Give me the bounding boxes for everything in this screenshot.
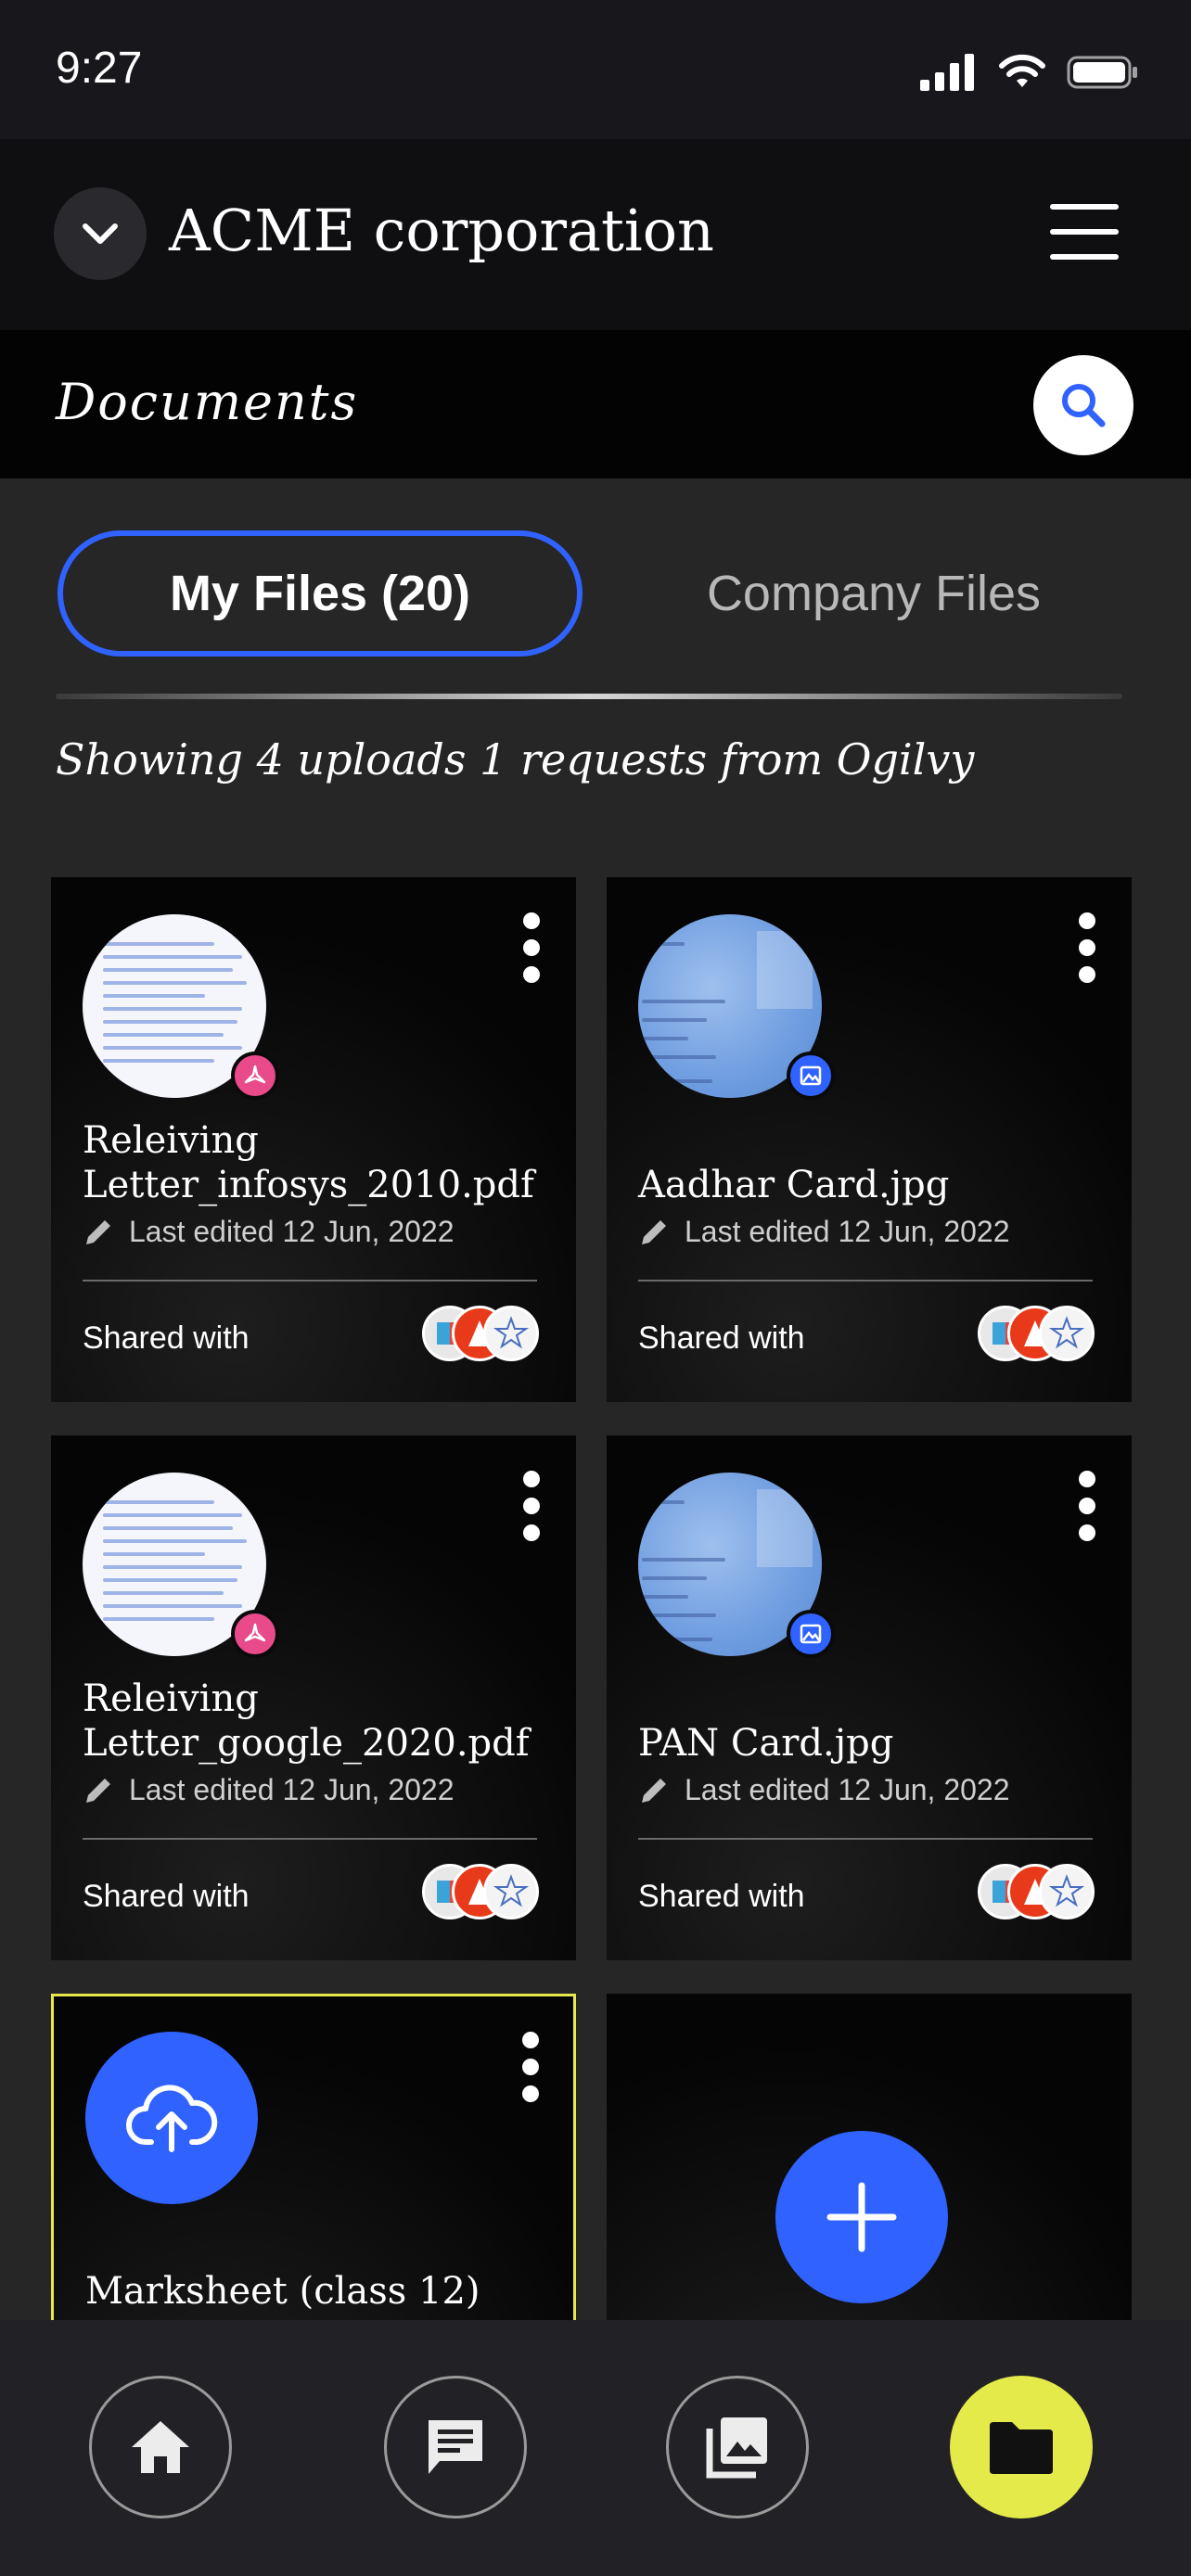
last-edited-text: Last edited 12 Jun, 2022 <box>129 1773 455 1806</box>
edit-info: Last edited 12 Jun, 2022 <box>83 1773 455 1807</box>
tab-company-files[interactable]: Company Files <box>614 530 1133 657</box>
upload-button[interactable] <box>85 2032 258 2204</box>
pencil-icon <box>86 1778 110 1803</box>
more-options-icon[interactable] <box>512 2032 549 2102</box>
pencil-icon <box>642 1778 666 1803</box>
status-time: 9:27 <box>56 44 143 93</box>
last-edited-text: Last edited 12 Jun, 2022 <box>685 1773 1010 1806</box>
shared-with-label: Shared with <box>83 1320 250 1356</box>
last-edited-text: Last edited 12 Jun, 2022 <box>685 1215 1010 1248</box>
file-name: Aadhar Card.jpg <box>638 1164 950 1206</box>
nav-home[interactable] <box>89 2376 232 2519</box>
shared-avatars[interactable] <box>978 1306 1098 1365</box>
file-name: Releiving Letter_infosys_2010.pdf <box>83 1119 534 1206</box>
tab-divider <box>56 694 1122 699</box>
shared-with-label: Shared with <box>638 1320 805 1356</box>
battery-icon <box>1067 56 1137 89</box>
card-divider <box>638 1838 1093 1840</box>
org-switcher-button[interactable] <box>54 187 147 280</box>
file-card[interactable]: PAN Card.jpg Last edited 12 Jun, 2022 Sh… <box>607 1435 1132 1960</box>
file-card[interactable]: Aadhar Card.jpg Last edited 12 Jun, 2022… <box>607 877 1132 1402</box>
pdf-icon <box>231 1052 279 1100</box>
folder-icon <box>990 2422 1053 2474</box>
menu-icon[interactable] <box>1050 204 1119 260</box>
search-button[interactable] <box>1033 355 1133 455</box>
file-name: Releiving Letter_google_2020.pdf <box>83 1677 530 1765</box>
search-icon <box>1062 384 1106 427</box>
shared-avatars[interactable] <box>422 1306 543 1365</box>
wifi-icon <box>999 54 1045 87</box>
avatar <box>1039 1306 1095 1361</box>
bottom-navigation <box>0 2320 1191 2576</box>
image-icon <box>787 1610 835 1658</box>
last-edited-text: Last edited 12 Jun, 2022 <box>129 1215 455 1248</box>
avatar <box>1039 1864 1095 1919</box>
more-options-icon[interactable] <box>513 912 550 983</box>
file-name: PAN Card.jpg <box>638 1722 894 1765</box>
status-bar: 9:27 <box>0 0 1191 139</box>
org-name: ACME corporation <box>169 197 714 264</box>
shared-with-label: Shared with <box>83 1879 250 1914</box>
edit-info: Last edited 12 Jun, 2022 <box>638 1773 1010 1807</box>
pencil-icon <box>86 1219 110 1244</box>
more-options-icon[interactable] <box>1069 1471 1106 1541</box>
page-title: Documents <box>56 373 359 431</box>
shared-with-label: Shared with <box>638 1879 805 1914</box>
summary-text: Showing 4 uploads 1 requests from Ogilvy <box>56 734 975 784</box>
file-card[interactable]: Releiving Letter_infosys_2010.pdf Last e… <box>51 877 576 1402</box>
edit-info: Last edited 12 Jun, 2022 <box>638 1215 1010 1249</box>
file-tabs: My Files (20) Company Files <box>58 530 1133 657</box>
more-options-icon[interactable] <box>513 1471 550 1541</box>
pdf-icon <box>231 1610 279 1658</box>
file-card[interactable]: Releiving Letter_google_2020.pdf Last ed… <box>51 1435 576 1960</box>
gallery-icon <box>706 2417 767 2479</box>
home-icon <box>132 2421 189 2473</box>
card-divider <box>638 1280 1093 1282</box>
chat-icon <box>429 2420 482 2474</box>
image-icon <box>787 1052 835 1100</box>
status-icons <box>920 54 1139 91</box>
avatar <box>483 1864 539 1919</box>
add-file-button[interactable] <box>775 2131 948 2303</box>
tab-my-files[interactable]: My Files (20) <box>58 530 583 657</box>
nav-messages[interactable] <box>384 2376 527 2519</box>
more-options-icon[interactable] <box>1069 912 1106 983</box>
shared-avatars[interactable] <box>422 1864 543 1923</box>
edit-info: Last edited 12 Jun, 2022 <box>83 1215 455 1249</box>
card-divider <box>83 1280 537 1282</box>
chevron-down-icon <box>83 223 118 244</box>
nav-documents[interactable] <box>950 2376 1093 2519</box>
shared-avatars[interactable] <box>978 1864 1098 1923</box>
upload-cloud-icon <box>126 2085 218 2152</box>
pencil-icon <box>642 1219 666 1244</box>
request-name: Marksheet (class 12) <box>85 2270 480 2313</box>
plus-icon <box>826 2182 897 2252</box>
card-divider <box>83 1838 537 1840</box>
nav-gallery[interactable] <box>666 2376 809 2519</box>
app-header: ACME corporation <box>0 139 1191 330</box>
signal-icon <box>920 54 974 91</box>
section-bar: Documents <box>0 330 1191 478</box>
avatar <box>483 1306 539 1361</box>
